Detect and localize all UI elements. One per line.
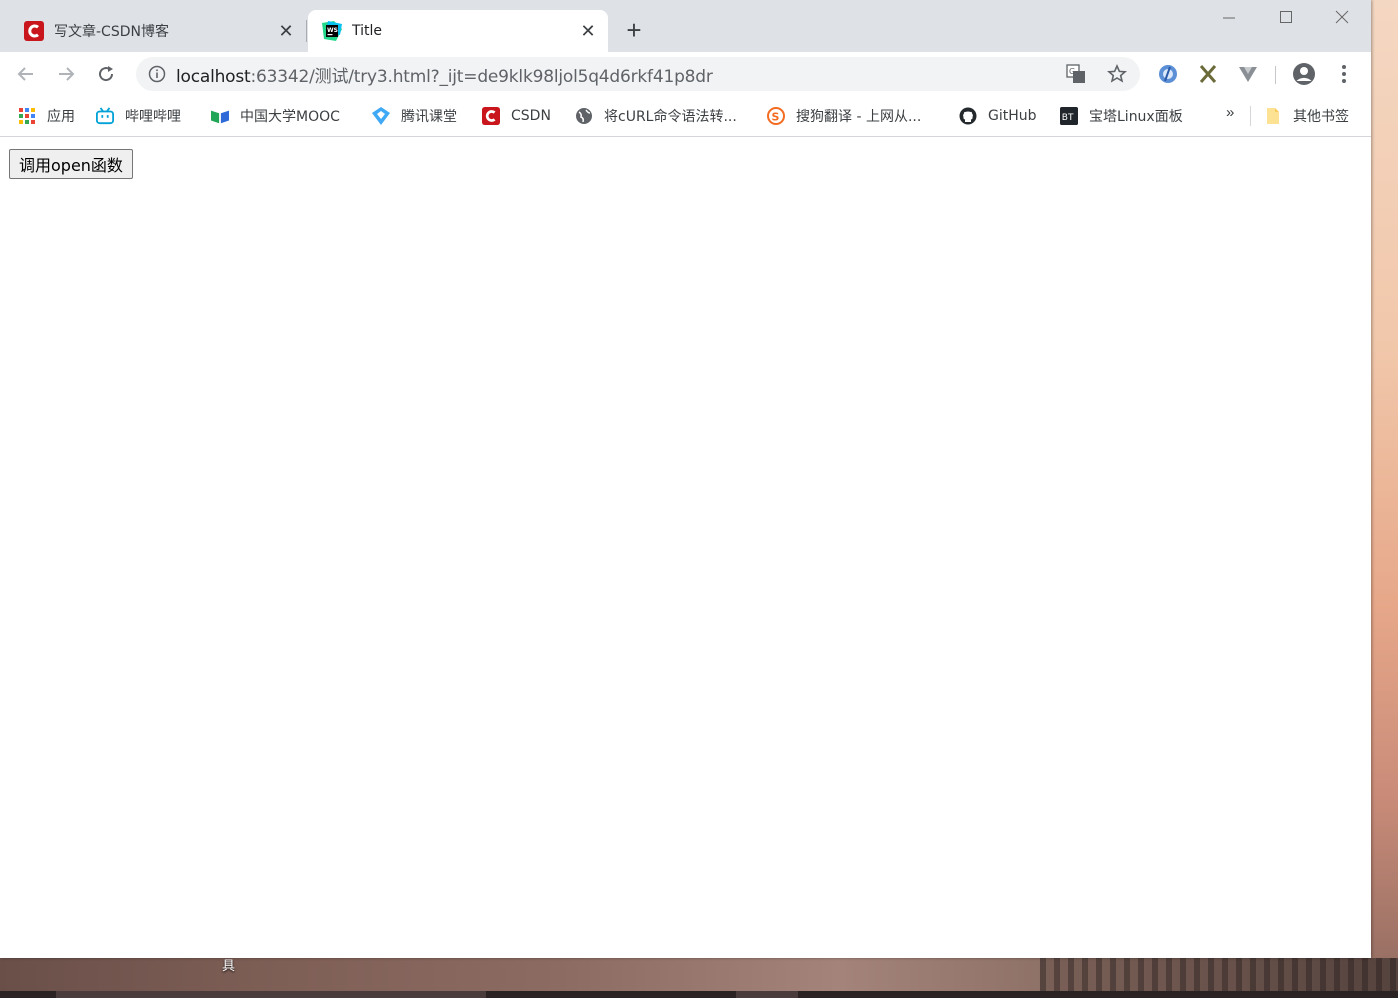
address-bar[interactable]: localhost:63342/测试/try3.html?_ijt=de9klk… [136,57,1140,91]
bookmark-label: 其他书签 [1293,109,1349,125]
bookmarks-bar: 应用 哔哩哔哩 中国大学MOOC 腾讯课堂 CSDN 将cURL命令语法转...… [0,96,1371,137]
url-path: :63342/测试/try3.html?_ijt=de9klk98ljol5q4… [250,66,713,87]
toolbar-divider [1275,66,1276,84]
tab-csdn[interactable]: 写文章-CSDN博客 ✕ [10,10,306,52]
account-icon [1293,63,1315,85]
back-arrow-icon [17,67,33,81]
bt-icon: BT [1060,107,1078,125]
x-extension-icon [1199,65,1217,83]
bookmark-bt-panel[interactable]: BT 宝塔Linux面板 [1060,104,1183,128]
taskbar-item[interactable] [56,991,486,998]
tab-title: 写文章-CSDN博客 [54,24,169,40]
translate-icon: G [1066,64,1085,83]
minimize-button[interactable] [1201,0,1257,34]
more-bookmarks-button[interactable]: » [1226,104,1234,121]
close-icon[interactable]: ✕ [576,19,600,43]
tab-strip: 写文章-CSDN博客 ✕ WS Title ✕ + [0,0,1371,52]
bookmark-other-folder[interactable]: 其他书签 [1264,104,1349,128]
bookmark-label: CSDN [511,108,551,124]
bookmark-star-button[interactable] [1107,64,1127,84]
tab-title-page[interactable]: WS Title ✕ [308,10,608,52]
extension-button[interactable] [1156,62,1180,86]
translate-button[interactable]: G [1066,64,1086,84]
url-host: localhost [176,66,251,87]
extension-button[interactable] [1236,62,1260,86]
bookmark-curl[interactable]: 将cURL命令语法转... [575,104,737,128]
apps-grid-icon [19,108,35,124]
tencent-class-icon [372,107,390,125]
sogou-icon: S [767,107,785,125]
svg-text:WS: WS [327,27,338,34]
bookmark-github[interactable]: GitHub [959,104,1037,128]
bookmark-apps[interactable]: 应用 [18,104,75,128]
close-icon[interactable]: ✕ [274,19,298,43]
bookmark-sogou[interactable]: S 搜狗翻译 - 上网从... [767,104,921,128]
browser-window: 写文章-CSDN博客 ✕ WS Title ✕ + localhost:6334… [0,0,1371,958]
new-tab-button[interactable]: + [620,15,648,45]
call-open-function-button[interactable]: 调用open函数 [9,149,133,179]
forward-button[interactable] [52,60,80,88]
toolbar: localhost:63342/测试/try3.html?_ijt=de9klk… [0,52,1371,96]
bookmark-label: 哔哩哔哩 [125,109,181,125]
bookmark-label: 将cURL命令语法转... [604,109,737,125]
bookmark-tencent-class[interactable]: 腾讯课堂 [372,104,457,128]
page-content: 调用open函数 [0,137,1371,958]
taskbar-item[interactable] [736,991,798,998]
svg-text:BT: BT [1062,113,1074,123]
tab-title: Title [352,23,383,39]
github-icon [959,107,977,125]
bookmark-label: GitHub [988,108,1037,124]
globe-icon [576,108,592,124]
info-icon[interactable] [148,65,166,83]
svg-text:S: S [772,111,780,124]
bookmarks-divider [1250,106,1251,126]
bilibili-icon [96,107,114,125]
folder-icon [1267,108,1279,124]
forward-arrow-icon [59,67,75,81]
url-text[interactable]: localhost:63342/测试/try3.html?_ijt=de9klk… [176,62,713,87]
bookmark-label: 应用 [47,109,75,125]
bookmark-label: 搜狗翻译 - 上网从... [796,109,922,125]
bookmark-bilibili[interactable]: 哔哩哔哩 [96,104,181,128]
svg-text:G: G [1069,67,1075,76]
reload-icon [99,66,114,82]
bookmark-mooc[interactable]: 中国大学MOOC [211,104,340,128]
lens-extension-icon [1159,65,1177,83]
back-button[interactable] [12,60,40,88]
tab-divider [306,20,307,42]
maximize-button[interactable] [1258,0,1314,34]
vue-devtools-icon [1239,67,1257,82]
csdn-icon [24,21,44,41]
reload-button[interactable] [92,60,120,88]
close-window-button[interactable] [1314,0,1370,34]
bookmark-label: 宝塔Linux面板 [1089,109,1183,125]
taskbar [0,991,1398,998]
bookmark-label: 中国大学MOOC [240,109,340,125]
bookmark-csdn[interactable]: CSDN [482,104,551,128]
extension-button[interactable] [1196,62,1220,86]
bookmark-label: 腾讯课堂 [401,109,457,125]
profile-button[interactable] [1292,62,1316,86]
maximize-icon [1280,11,1292,23]
star-icon [1107,64,1127,83]
webstorm-icon: WS [322,21,342,41]
mooc-icon [211,110,229,124]
close-icon [1335,10,1349,24]
csdn-icon [482,107,500,125]
kebab-menu-icon [1342,65,1346,83]
minimize-icon [1223,17,1235,19]
menu-button[interactable] [1332,62,1356,86]
